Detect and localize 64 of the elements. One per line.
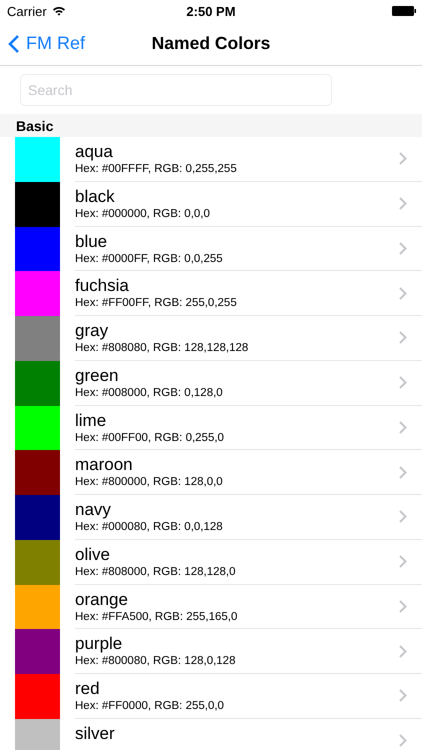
chevron-icon bbox=[399, 555, 407, 568]
color-row[interactable]: blue Hex: #0000FF, RGB: 0,0,255 bbox=[0, 226, 422, 272]
chevron-icon bbox=[399, 466, 407, 479]
chevron-icon bbox=[399, 420, 407, 434]
chevron-icon bbox=[399, 152, 407, 166]
color-row[interactable]: green Hex: #008000, RGB: 0,128,0 bbox=[0, 360, 422, 406]
color-row[interactable]: lime Hex: #00FF00, RGB: 0,255,0 bbox=[0, 406, 422, 450]
color-row[interactable]: red Hex: #FF0000, RGB: 255,0,0 bbox=[0, 674, 422, 719]
color-values: Hex: #808000, RGB: 128,128,0 bbox=[75, 564, 236, 579]
color-name: purple bbox=[75, 634, 124, 654]
color-values: Hex: #00FFFF, RGB: 0,255,255 bbox=[75, 162, 238, 176]
color-row[interactable]: silver bbox=[0, 718, 422, 750]
chevron-icon bbox=[399, 242, 407, 255]
chevron-icon bbox=[399, 286, 407, 300]
screen-title: Named Colors bbox=[152, 33, 270, 54]
color-values: Hex: #FF0000, RGB: 255,0,0 bbox=[75, 699, 225, 713]
color-name: silver bbox=[75, 724, 116, 744]
color-name: maroon bbox=[75, 455, 134, 476]
color-row[interactable]: aqua Hex: #00FFFF, RGB: 0,255,255 bbox=[0, 137, 422, 182]
color-name: olive bbox=[75, 544, 111, 565]
color-values: Hex: #808080, RGB: 128,128,128 bbox=[75, 341, 250, 355]
section-header: Basic bbox=[0, 114, 422, 137]
chevron-icon bbox=[399, 644, 407, 658]
color-values: Hex: #800080, RGB: 128,0,128 bbox=[75, 654, 236, 668]
chevron-icon bbox=[399, 734, 407, 748]
color-values: Hex: #FF00FF, RGB: 255,0,255 bbox=[75, 296, 238, 310]
chevron-icon bbox=[399, 510, 407, 524]
chevron-icon bbox=[399, 197, 407, 210]
color-row[interactable]: gray Hex: #808080, RGB: 128,128,128 bbox=[0, 316, 422, 361]
color-name: gray bbox=[75, 321, 110, 341]
back-button[interactable]: FM Ref bbox=[0, 33, 86, 54]
color-row[interactable]: navy Hex: #000080, RGB: 0,0,128 bbox=[0, 495, 422, 540]
color-row[interactable]: olive Hex: #808000, RGB: 128,128,0 bbox=[0, 540, 422, 584]
chevron-icon bbox=[399, 689, 407, 702]
chevron-icon bbox=[399, 376, 407, 390]
chevron-icon bbox=[399, 331, 407, 344]
chevron-icon bbox=[399, 600, 407, 613]
color-name: fuchsia bbox=[75, 276, 130, 296]
color-name: blue bbox=[75, 232, 108, 252]
color-name: green bbox=[75, 366, 120, 386]
color-name: red bbox=[75, 679, 101, 699]
color-values: Hex: #800000, RGB: 128,0,0 bbox=[75, 475, 224, 490]
wifi-icon bbox=[52, 6, 66, 16]
color-name: aqua bbox=[75, 142, 114, 162]
color-row[interactable]: black Hex: #000000, RGB: 0,0,0 bbox=[0, 182, 422, 226]
color-values: Hex: #008000, RGB: 0,128,0 bbox=[75, 386, 224, 400]
color-row[interactable]: purple Hex: #800080, RGB: 128,0,128 bbox=[0, 629, 422, 674]
back-chevron-icon bbox=[8, 34, 20, 54]
color-name: navy bbox=[75, 500, 112, 520]
color-values: Hex: #00FF00, RGB: 0,255,0 bbox=[75, 430, 225, 444]
color-name: black bbox=[75, 186, 116, 207]
color-name: orange bbox=[75, 590, 129, 610]
color-row[interactable]: fuchsia Hex: #FF00FF, RGB: 255,0,255 bbox=[0, 271, 422, 316]
color-name: lime bbox=[75, 410, 108, 430]
color-row[interactable]: maroon Hex: #800000, RGB: 128,0,0 bbox=[0, 450, 422, 495]
color-row[interactable]: orange Hex: #FFA500, RGB: 255,165,0 bbox=[0, 584, 422, 630]
search-field[interactable]: Search bbox=[20, 74, 332, 106]
clock: 2:50 PM bbox=[186, 4, 236, 18]
battery-icon bbox=[392, 6, 416, 16]
carrier-name: Carrier bbox=[7, 4, 47, 18]
color-values: Hex: #000000, RGB: 0,0,0 bbox=[75, 206, 211, 221]
color-values: Hex: #FFA500, RGB: 255,165,0 bbox=[75, 610, 238, 624]
color-values: Hex: #000080, RGB: 0,0,128 bbox=[75, 520, 224, 534]
color-values: Hex: #0000FF, RGB: 0,0,255 bbox=[75, 252, 224, 266]
